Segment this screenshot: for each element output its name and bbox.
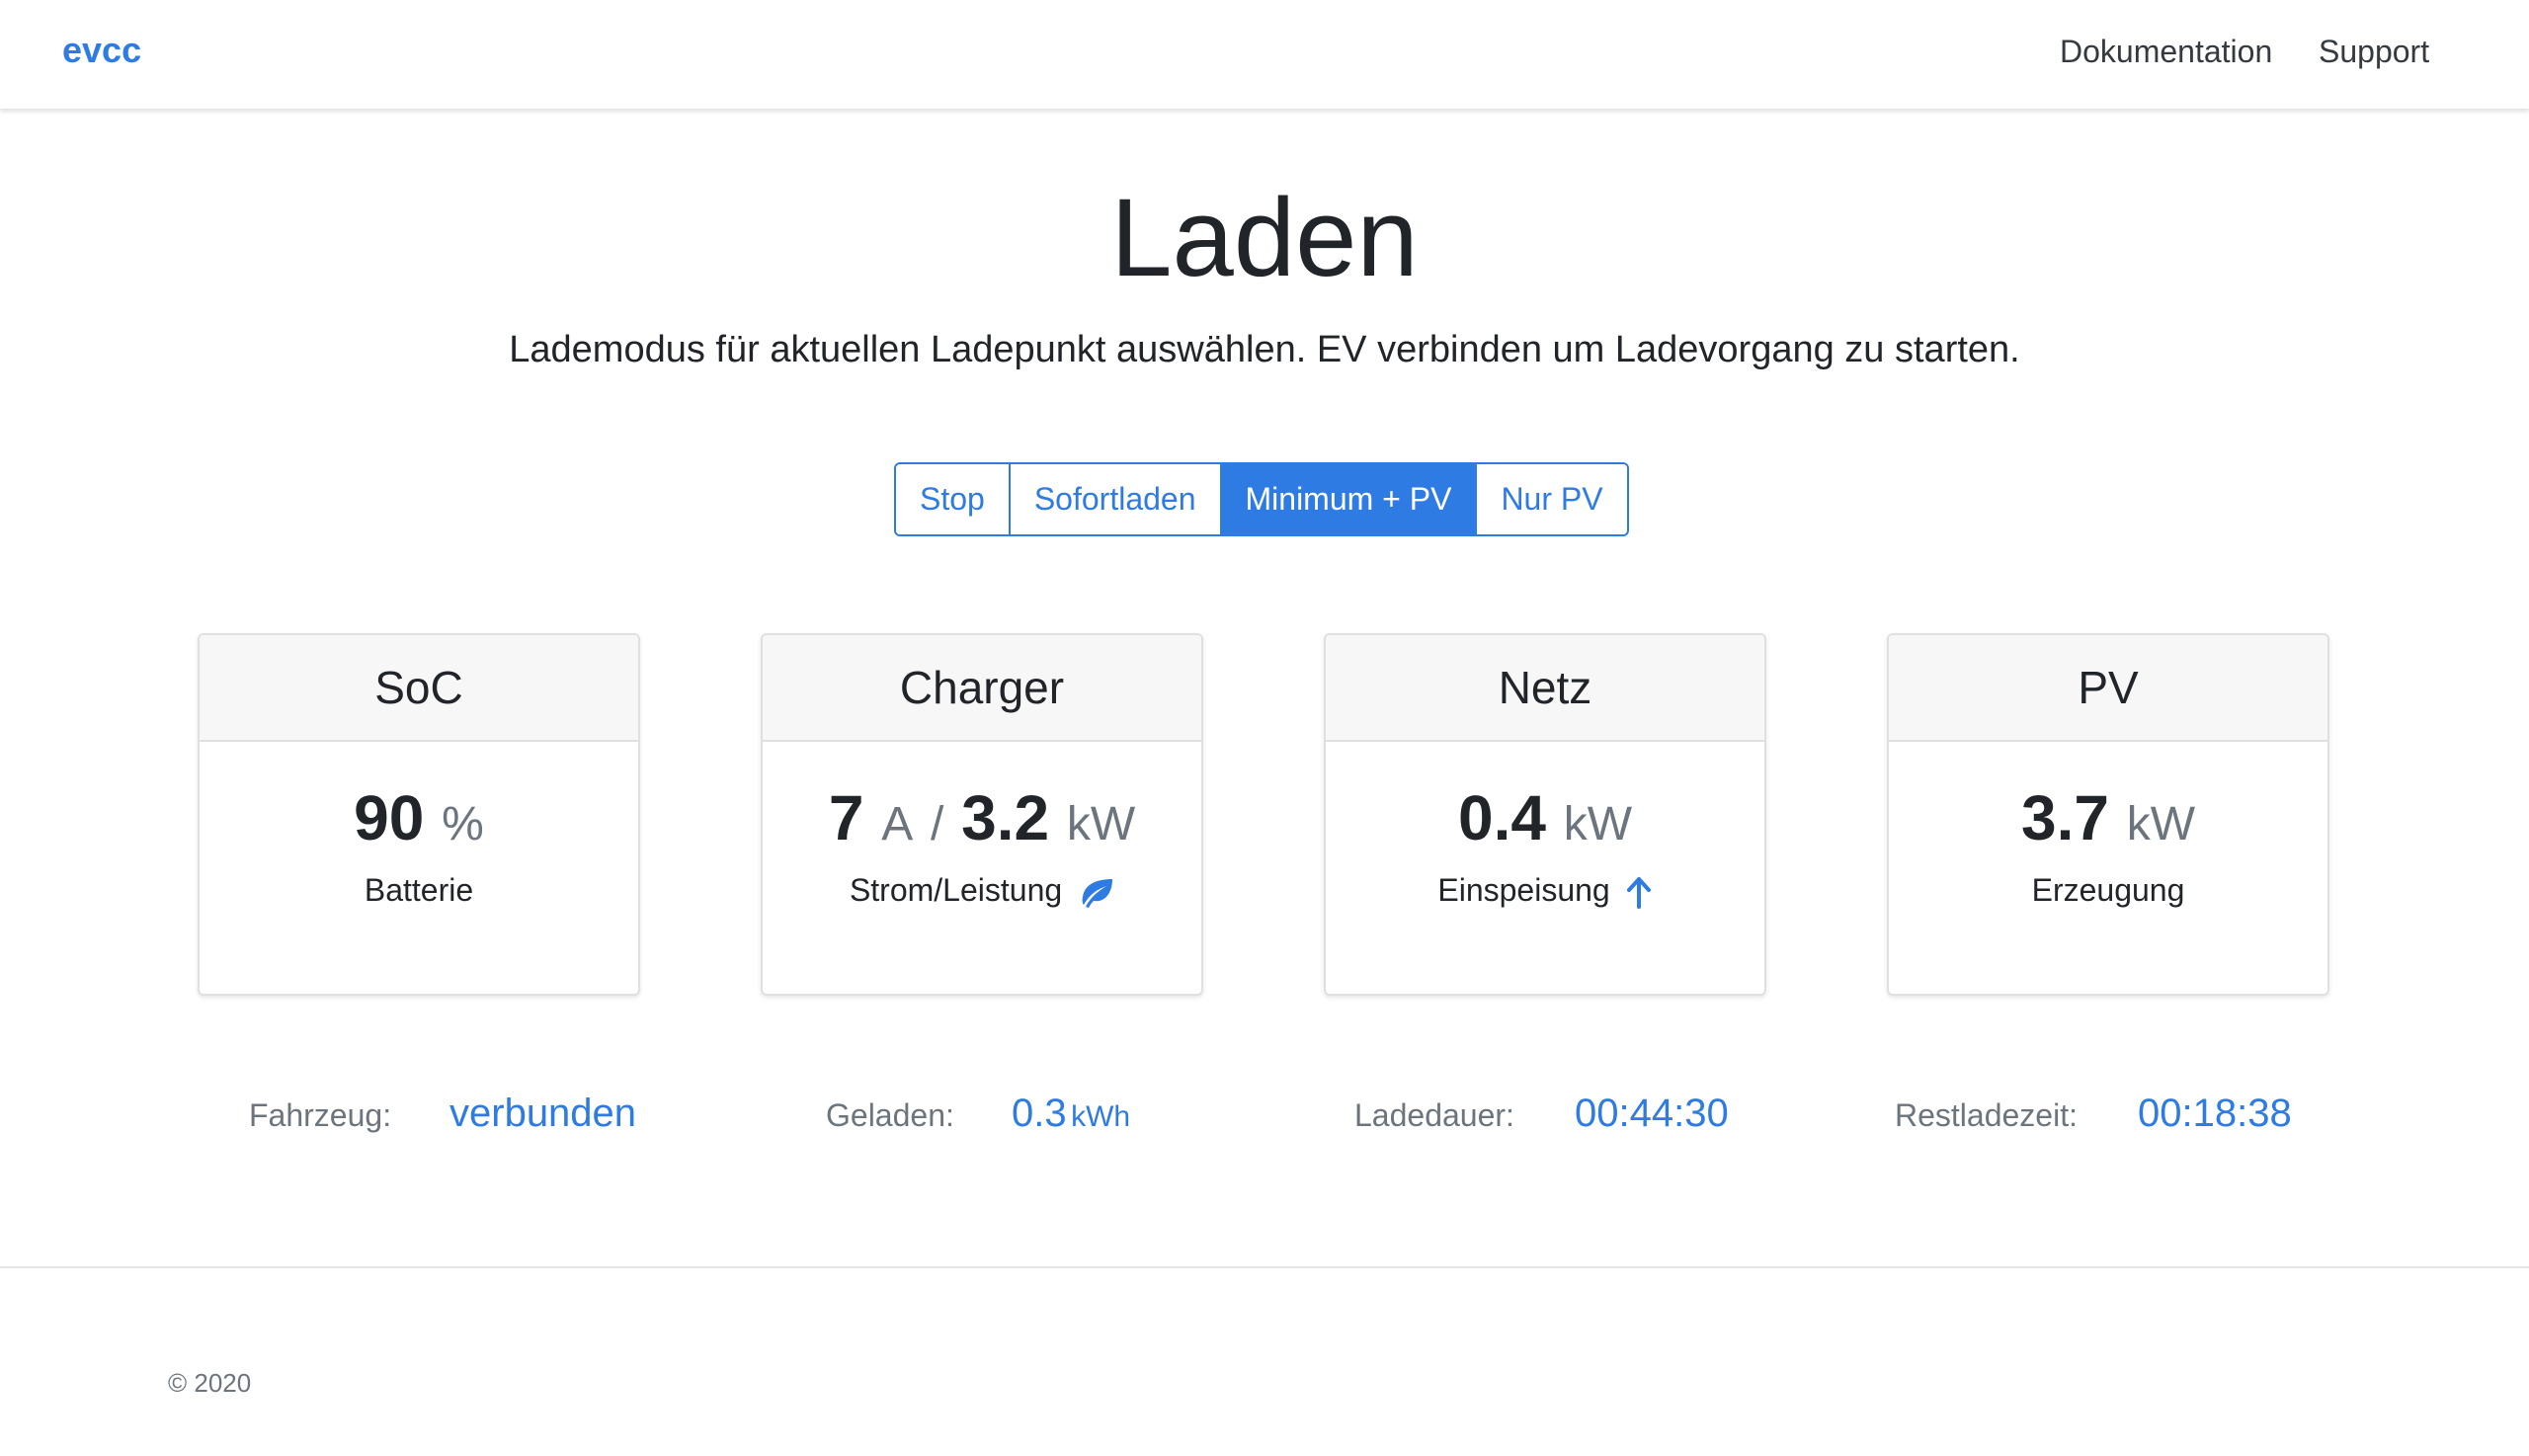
stat-ladedauer: Ladedauer: 00:44:30	[1354, 1092, 1729, 1136]
soc-label: Batterie	[364, 872, 474, 908]
mode-button-sofortladen[interactable]: Sofortladen	[1008, 464, 1220, 534]
stat-restladezeit: Restladezeit: 00:18:38	[1895, 1092, 2292, 1136]
stat-label: Restladezeit:	[1895, 1097, 2078, 1133]
grid-unit: kW	[1563, 798, 1633, 850]
footer-copyright: © 2020	[168, 1368, 252, 1398]
current-unit: A	[881, 798, 914, 850]
value-separator: /	[930, 798, 944, 850]
stat-value: verbunden	[449, 1092, 637, 1135]
card-value: 90 %	[200, 781, 638, 854]
footer-divider	[0, 1266, 2529, 1268]
stat-fahrzeug: Fahrzeug: verbunden	[249, 1092, 636, 1136]
power-unit: kW	[1066, 798, 1136, 850]
stat-unit: kWh	[1071, 1100, 1131, 1133]
nav-link-support[interactable]: Support	[2319, 34, 2429, 70]
mode-button-minimum-pv[interactable]: Minimum + PV	[1219, 464, 1476, 534]
card-value: 7 A / 3.2 kW	[763, 781, 1201, 854]
stat-label: Fahrzeug:	[249, 1097, 392, 1133]
pv-value: 3.7	[2020, 782, 2109, 853]
brand-link[interactable]: evcc	[62, 30, 141, 71]
card-label: Einspeisung	[1326, 872, 1764, 909]
card-value: 3.7 kW	[1889, 781, 2327, 854]
pv-label: Erzeugung	[2031, 872, 2185, 908]
current-value: 7	[828, 782, 864, 853]
stat-value: 0.3	[1012, 1092, 1067, 1135]
pv-unit: kW	[2126, 798, 2196, 850]
arrow-up-icon	[1626, 876, 1651, 909]
leaf-icon	[1082, 878, 1113, 908]
card-title: Netz	[1326, 635, 1764, 742]
card-label: Strom/Leistung	[763, 872, 1201, 909]
mode-button-stop[interactable]: Stop	[896, 464, 1009, 534]
grid-value: 0.4	[1457, 782, 1546, 853]
card-label: Erzeugung	[1889, 872, 2327, 909]
card-value: 0.4 kW	[1326, 781, 1764, 854]
mode-selector: Stop Sofortladen Minimum + PV Nur PV	[894, 462, 1629, 536]
card-pv: PV 3.7 kW Erzeugung	[1887, 633, 2329, 996]
grid-label: Einspeisung	[1437, 872, 1610, 908]
card-charger: Charger 7 A / 3.2 kW Strom/Leistung	[761, 633, 1203, 996]
stat-label: Ladedauer:	[1354, 1097, 1514, 1133]
nav-link-dokumentation[interactable]: Dokumentation	[2060, 34, 2272, 70]
page-title: Laden	[1110, 176, 1419, 299]
charger-label: Strom/Leistung	[849, 872, 1063, 908]
card-title: Charger	[763, 635, 1201, 742]
stat-value: 00:44:30	[1575, 1092, 1729, 1135]
soc-value: 90	[354, 782, 425, 853]
stat-geladen: Geladen: 0.3 kWh	[826, 1092, 1130, 1136]
card-netz: Netz 0.4 kW Einspeisung	[1324, 633, 1766, 996]
mode-button-nur-pv[interactable]: Nur PV	[1475, 464, 1627, 534]
stat-label: Geladen:	[826, 1097, 954, 1133]
navbar: evcc Dokumentation Support	[0, 0, 2529, 110]
card-title: PV	[1889, 635, 2327, 742]
power-value: 3.2	[961, 782, 1050, 853]
stat-value: 00:18:38	[2138, 1092, 2292, 1135]
page-lead: Lademodus für aktuellen Ladepunkt auswäh…	[509, 329, 2020, 370]
card-soc: SoC 90 % Batterie	[198, 633, 640, 996]
soc-unit: %	[442, 798, 484, 850]
card-label: Batterie	[200, 872, 638, 909]
card-title: SoC	[200, 635, 638, 742]
